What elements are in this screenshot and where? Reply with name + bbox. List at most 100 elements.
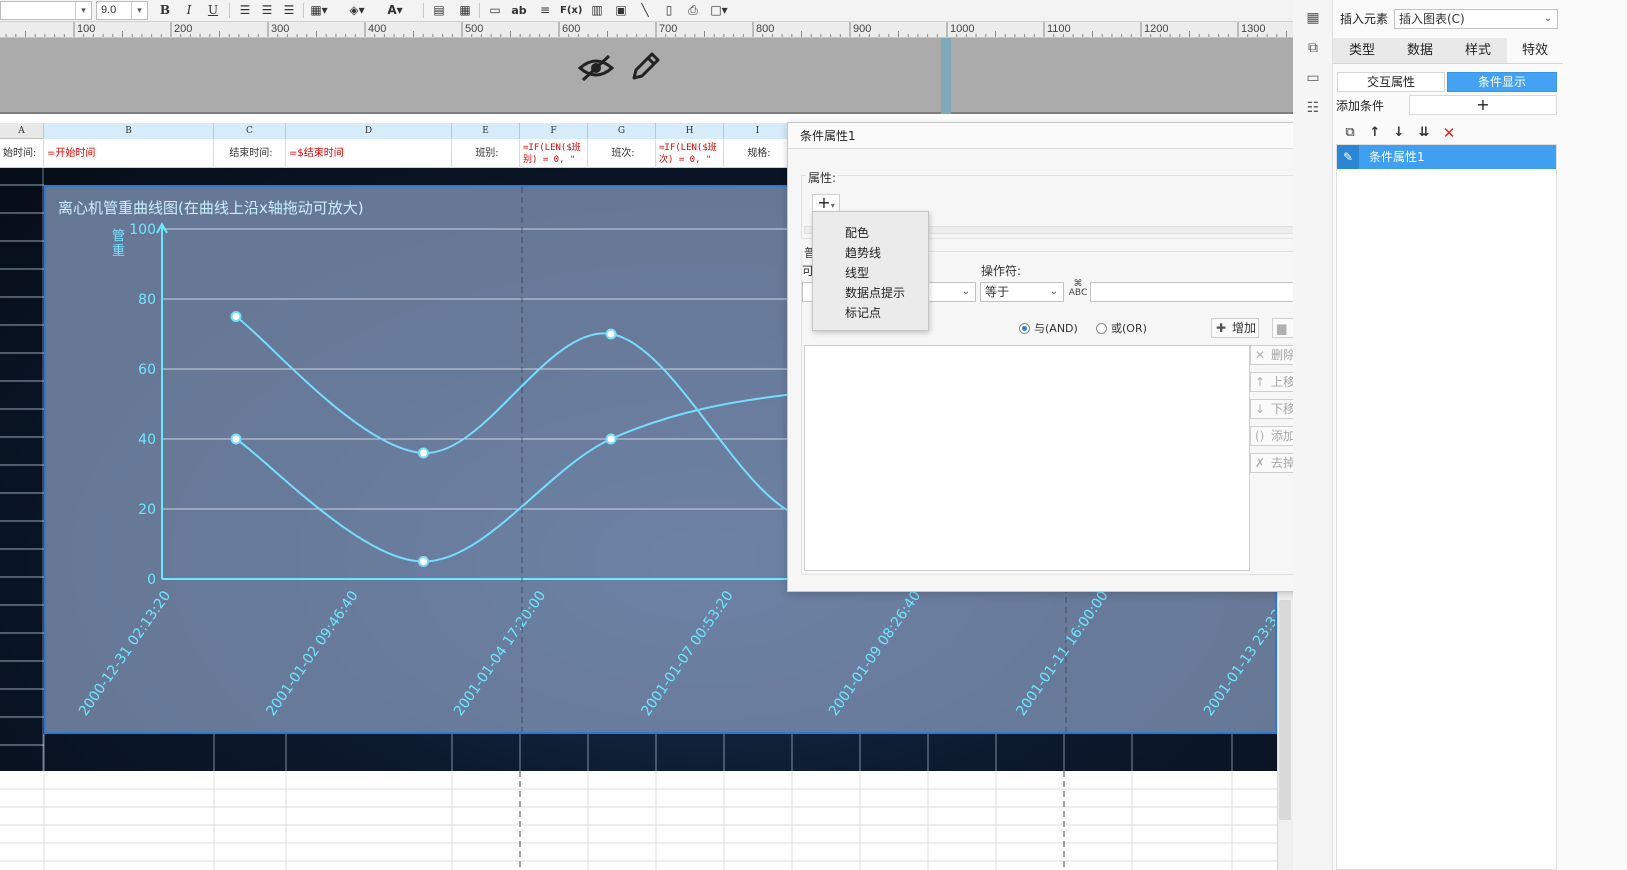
subtab-conditional-display[interactable]: 条件显示 <box>1447 72 1557 92</box>
align-right-icon[interactable]: ☰ <box>280 1 298 20</box>
menu-item-marker[interactable]: 标记点 <box>845 304 881 321</box>
align-center-icon[interactable]: ☰ <box>258 1 276 20</box>
or-radio[interactable] <box>1096 323 1107 334</box>
widget-icon[interactable]: ▭ <box>1303 68 1323 88</box>
menu-item-datapoint-tip[interactable]: 数据点提示 <box>845 284 905 301</box>
printer-icon[interactable]: ⎙ <box>684 1 702 20</box>
column-header-h[interactable]: H <box>656 123 724 139</box>
chevron-down-icon[interactable]: ⌄ <box>957 283 975 301</box>
cell-f1[interactable]: =IF(LEN($班别) = 0, " <box>520 140 588 168</box>
bar-chart-icon[interactable]: ▥ <box>588 1 606 20</box>
cell-attributes-icon[interactable]: ▦ <box>1303 8 1323 28</box>
formula-abc-icon[interactable]: ⌘ ABC <box>1068 280 1088 302</box>
operator-combo[interactable]: 等于 ⌄ <box>980 282 1064 302</box>
paragraph-icon[interactable]: ≡ <box>536 1 554 20</box>
column-header-e[interactable]: E <box>452 123 520 139</box>
tab-effects[interactable]: 特效 <box>1507 38 1563 63</box>
data-point[interactable] <box>418 556 429 567</box>
column-header-c[interactable]: C <box>214 123 286 139</box>
chevron-down-icon[interactable]: ⌄ <box>1045 283 1063 301</box>
column-header-b[interactable]: B <box>44 123 214 139</box>
align-left-icon[interactable]: ☰ <box>236 1 254 20</box>
tab-type[interactable]: 类型 <box>1333 38 1391 63</box>
condition-toolbar: ⧉ ↑ ↓ ⇊ ✕ <box>1336 122 1557 144</box>
image-icon[interactable]: ▣ <box>612 1 630 20</box>
add-condition-button[interactable]: ✚ 增加 <box>1211 318 1259 338</box>
data-point[interactable] <box>230 311 242 322</box>
slash-icon[interactable]: ╲ <box>636 1 654 20</box>
document-icon[interactable]: ▯ <box>660 1 678 20</box>
cell-b1[interactable]: =开始时间 <box>44 140 214 168</box>
text-field-icon[interactable]: ▭ <box>486 1 504 20</box>
menu-item-linetype[interactable]: 线型 <box>845 264 869 281</box>
menu-item-color[interactable]: 配色 <box>845 224 869 241</box>
underline-button[interactable]: U <box>204 1 222 20</box>
and-radio[interactable] <box>1019 323 1030 334</box>
insert-chart-combo[interactable]: 插入图表(C) ⌄ <box>1394 9 1558 29</box>
column-header-i[interactable]: I <box>724 123 792 139</box>
condition-list-item[interactable]: ✎ 条件属性1 <box>1337 145 1556 169</box>
tab-data[interactable]: 数据 <box>1391 38 1449 63</box>
arrow-up-icon[interactable]: ↑ <box>1365 122 1385 144</box>
eye-hidden-icon[interactable] <box>578 52 614 84</box>
pencil-icon[interactable] <box>628 50 662 84</box>
delete-button-label: 删除 <box>1271 348 1296 362</box>
data-point[interactable] <box>418 447 429 459</box>
y-tick-label: 20 <box>138 502 156 518</box>
font-color-icon[interactable]: A▾ <box>386 1 404 20</box>
delete-icon[interactable]: ✕ <box>1439 122 1459 144</box>
scrollbar-thumb[interactable] <box>1279 600 1291 820</box>
frame-select-icon[interactable]: □▾ <box>710 1 728 20</box>
add-property-button[interactable]: +▾ <box>812 194 840 212</box>
x-tick-label: 2001-01-02 09:46:40 <box>263 588 361 719</box>
condition-list[interactable] <box>804 345 1250 571</box>
cell-g1[interactable]: 班次: <box>588 140 656 168</box>
ruler-label: 1200 <box>1144 23 1169 35</box>
menu-item-trendline[interactable]: 趋势线 <box>845 244 881 261</box>
column-header-d[interactable]: D <box>286 123 452 139</box>
cell-i1[interactable]: 规格: <box>724 140 792 168</box>
merge-cells-icon[interactable]: ▤ <box>430 1 448 20</box>
column-header-a[interactable]: A <box>0 123 44 139</box>
crop-frame-icon[interactable]: ⧉ <box>1303 38 1323 58</box>
cell-h1[interactable]: =IF(LEN($班次) = 0, " <box>656 140 724 168</box>
copy-icon[interactable]: ⧉ <box>1340 122 1360 144</box>
fill-color-icon[interactable]: ◈▾ <box>348 1 366 20</box>
italic-button[interactable]: I <box>180 1 198 20</box>
font-name-combo[interactable]: ▾ <box>0 1 92 20</box>
condition-value-input[interactable] <box>1090 282 1321 302</box>
cell-d1[interactable]: =$结束时间 <box>286 140 452 168</box>
column-header-g[interactable]: G <box>588 123 656 139</box>
tab-style[interactable]: 样式 <box>1449 38 1507 63</box>
cell-c1[interactable]: 结束时间: <box>214 140 286 168</box>
data-point[interactable] <box>605 328 617 340</box>
add-button-label: 增加 <box>1232 321 1257 335</box>
column-header-f[interactable]: F <box>520 123 588 139</box>
chevron-down-icon[interactable]: ⌄ <box>1539 10 1557 28</box>
property-label: 属性: <box>806 169 839 186</box>
ruler-label: 200 <box>174 23 193 35</box>
chevron-down-icon[interactable]: ▾ <box>75 2 91 19</box>
x-tick-label: 2001-01-13 23:33:20 <box>1201 588 1277 719</box>
bold-button[interactable]: B <box>156 1 174 20</box>
data-point[interactable] <box>230 433 242 445</box>
text-tool-button[interactable]: ab <box>510 1 528 20</box>
report-header-band <box>0 38 1320 114</box>
ruler-label: 600 <box>562 23 581 35</box>
subtab-interaction[interactable]: 交互属性 <box>1337 72 1445 92</box>
condition-icon[interactable]: ☷ <box>1303 98 1323 118</box>
data-point[interactable] <box>605 433 617 445</box>
toolbar-divider <box>303 3 304 18</box>
font-size-combo[interactable]: 9.0 ▾ <box>96 1 148 20</box>
arrow-down-icon[interactable]: ↓ <box>1389 122 1409 144</box>
border-icon[interactable]: ▦▾ <box>310 1 328 20</box>
add-condition-label: 添加条件 <box>1336 99 1385 113</box>
table-grid-icon[interactable]: ▦ <box>456 1 474 20</box>
row-grid-lines <box>0 168 44 771</box>
chevron-down-icon[interactable]: ▾ <box>131 2 147 19</box>
formula-button[interactable]: F(x) <box>560 1 582 20</box>
add-condition-plus-button[interactable]: + <box>1409 95 1557 115</box>
move-bottom-icon[interactable]: ⇊ <box>1414 122 1434 144</box>
cell-e1[interactable]: 班别: <box>452 140 520 168</box>
cell-a1[interactable]: 始时间: <box>0 140 44 168</box>
